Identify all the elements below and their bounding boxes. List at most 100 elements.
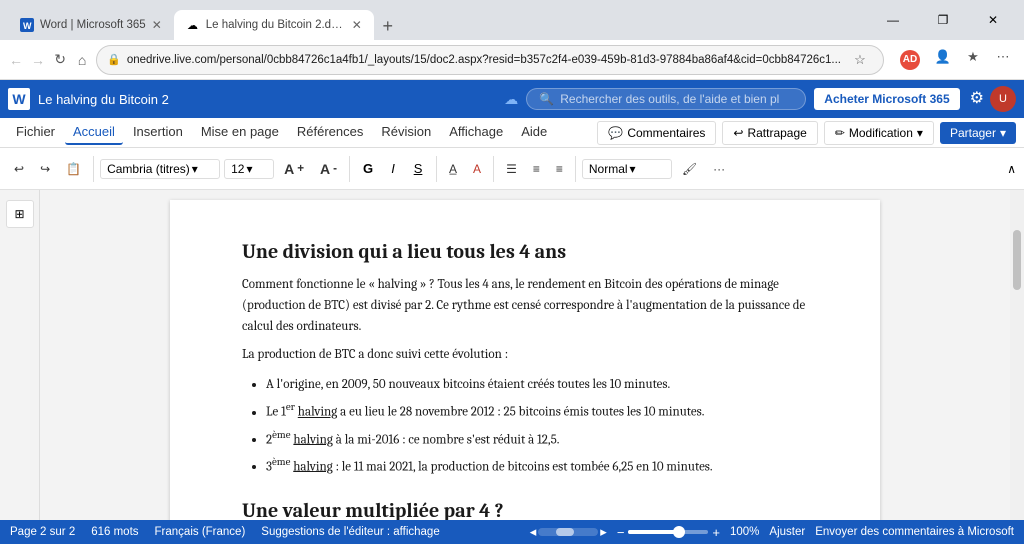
- style-selector[interactable]: Normal ▾: [582, 159, 672, 179]
- settings-icon[interactable]: ⚙: [968, 86, 986, 112]
- bold-button[interactable]: G: [356, 157, 380, 181]
- menu-aide[interactable]: Aide: [513, 120, 555, 145]
- word-search-input[interactable]: [560, 92, 780, 106]
- font-color-button[interactable]: A: [467, 159, 487, 179]
- language: Français (France): [155, 526, 246, 538]
- onedrive-favicon: ☁: [186, 18, 200, 32]
- zoom-plus-button[interactable]: +: [712, 525, 720, 540]
- tab-word-close[interactable]: ✕: [152, 18, 162, 32]
- forward-button[interactable]: →: [30, 46, 46, 74]
- menu-revision[interactable]: Révision: [373, 120, 439, 145]
- send-feedback[interactable]: Envoyer des commentaires à Microsoft: [815, 526, 1014, 538]
- h-scrollbar-thumb[interactable]: [556, 528, 574, 536]
- menu-mise-en-page[interactable]: Mise en page: [193, 120, 287, 145]
- bookmark-icon[interactable]: ☆: [847, 47, 873, 73]
- numbered-list-button[interactable]: ≡: [527, 159, 546, 179]
- zoom-thumb[interactable]: [673, 526, 685, 538]
- zoom-slider-track[interactable]: [628, 530, 708, 534]
- home-button[interactable]: ⌂: [74, 46, 90, 74]
- browser-nav-bar: ← → ↻ ⌂ 🔒 onedrive.live.com/personal/0cb…: [0, 40, 1024, 80]
- partager-button[interactable]: Partager ▾: [940, 122, 1016, 144]
- zoom-ajuster[interactable]: Ajuster: [769, 526, 805, 538]
- tab-word[interactable]: W Word | Microsoft 365 ✕: [8, 10, 174, 40]
- status-bar: Page 2 sur 2 616 mots Français (France) …: [0, 520, 1024, 544]
- decrease-font-button[interactable]: A-: [314, 158, 343, 180]
- ribbon-bar: Fichier Accueil Insertion Mise en page R…: [0, 118, 1024, 148]
- list-item: A l'origine, en 2009, 50 nouveaux bitcoi…: [266, 374, 808, 396]
- favorites-icon[interactable]: ★: [960, 44, 986, 70]
- zoom-percent: 100%: [730, 526, 759, 538]
- menu-references[interactable]: Références: [289, 120, 371, 145]
- tab-onedrive-close[interactable]: ✕: [352, 18, 362, 32]
- list-button[interactable]: ☰: [500, 159, 523, 179]
- buy-microsoft-button[interactable]: Acheter Microsoft 365: [814, 88, 959, 110]
- status-right: ◂ ▸ − + 100% Ajuster Envoyer des comment…: [530, 524, 1014, 540]
- style-dropdown-icon: ▾: [630, 162, 636, 176]
- comments-button[interactable]: 💬 Commentaires: [597, 121, 716, 145]
- zoom-minus-button[interactable]: −: [617, 525, 625, 540]
- font-family-selector[interactable]: Cambria (titres) ▾: [100, 159, 220, 179]
- edit-icon: ✏: [835, 126, 845, 140]
- collapse-ribbon-icon[interactable]: ∧: [1007, 162, 1016, 176]
- search-icon: 🔍: [539, 92, 554, 106]
- user-avatar[interactable]: U: [990, 86, 1016, 112]
- doc-title: Le halving du Bitcoin 2: [38, 92, 496, 107]
- zoom-fill: [628, 530, 676, 534]
- separator-3: [436, 156, 437, 182]
- scroll-right-icon[interactable]: ▸: [600, 524, 607, 540]
- separator-5: [575, 156, 576, 182]
- tab-onedrive[interactable]: ☁ Le halving du Bitcoin 2.docx ✕: [174, 10, 374, 40]
- back-button[interactable]: ←: [8, 46, 24, 74]
- vertical-scrollbar[interactable]: [1010, 190, 1024, 520]
- heading-1: Une division qui a lieu tous les 4 ans: [242, 240, 808, 263]
- word-header: W Le halving du Bitcoin 2 ☁ 🔍 Acheter Mi…: [0, 80, 1024, 118]
- menu-accueil[interactable]: Accueil: [65, 120, 123, 145]
- font-size-selector[interactable]: 12 ▾: [224, 159, 274, 179]
- increase-font-button[interactable]: A+: [278, 158, 310, 180]
- sidebar-nav-icon[interactable]: ⊞: [6, 200, 34, 228]
- paint-format-button[interactable]: 🖌: [676, 159, 703, 179]
- close-button[interactable]: ✕: [970, 4, 1016, 36]
- cloud-save-icon[interactable]: ☁: [504, 91, 518, 108]
- minimize-button[interactable]: —: [870, 4, 916, 36]
- rattrapage-button[interactable]: ↩ Rattrapage: [722, 121, 817, 145]
- address-bar[interactable]: 🔒 onedrive.live.com/personal/0cbb84726c1…: [96, 45, 884, 75]
- highlight-button[interactable]: A̲: [443, 159, 463, 179]
- menu-insertion[interactable]: Insertion: [125, 120, 191, 145]
- more-icon[interactable]: ⋯: [990, 44, 1016, 70]
- redo-button[interactable]: ↪: [34, 159, 56, 179]
- scrollbar-thumb[interactable]: [1013, 230, 1021, 290]
- browser-chrome: W Word | Microsoft 365 ✕ ☁ Le halving du…: [0, 0, 1024, 40]
- underline-button[interactable]: S: [406, 157, 430, 181]
- editor-suggestions[interactable]: Suggestions de l'éditeur : affichage: [261, 526, 439, 538]
- word-search-bar[interactable]: 🔍: [526, 88, 806, 110]
- svg-text:☁: ☁: [187, 20, 198, 32]
- more-button[interactable]: ···: [707, 159, 731, 179]
- list-1: A l'origine, en 2009, 50 nouveaux bitcoi…: [242, 374, 808, 478]
- secure-icon: 🔒: [107, 53, 121, 66]
- profile-icon[interactable]: 👤: [930, 44, 956, 70]
- list-item: 3ème halving : le 11 mai 2021, la produc…: [266, 453, 808, 478]
- italic-button[interactable]: I: [381, 157, 405, 181]
- separator-1: [93, 156, 94, 182]
- align-button[interactable]: ≡: [550, 159, 569, 179]
- menu-affichage[interactable]: Affichage: [441, 120, 511, 145]
- menu-bar: Fichier Accueil Insertion Mise en page R…: [0, 118, 1024, 147]
- clipboard-button[interactable]: 📋: [60, 159, 87, 179]
- maximize-button[interactable]: ❐: [920, 4, 966, 36]
- list-item: Le 1er halving a eu lieu le 28 novembre …: [266, 398, 808, 423]
- list-item: 2ème halving à la mi-2016 : ce nombre s'…: [266, 426, 808, 451]
- zoom-control: − +: [617, 525, 720, 540]
- menu-fichier[interactable]: Fichier: [8, 120, 63, 145]
- tab-bar: W Word | Microsoft 365 ✕ ☁ Le halving du…: [8, 0, 862, 40]
- modification-button[interactable]: ✏ Modification ▾: [824, 121, 934, 145]
- separator-2: [349, 156, 350, 182]
- paragraph-1: Comment fonctionne le « halving » ? Tous…: [242, 275, 808, 337]
- undo-button[interactable]: ↩: [8, 159, 30, 179]
- document-scroll[interactable]: Une division qui a lieu tous les 4 ans C…: [40, 190, 1010, 520]
- scroll-left-icon[interactable]: ◂: [530, 524, 537, 540]
- new-tab-button[interactable]: +: [374, 12, 402, 40]
- address-text: onedrive.live.com/personal/0cbb84726c1a4…: [127, 54, 841, 66]
- reload-button[interactable]: ↻: [52, 46, 68, 74]
- extensions-icon[interactable]: AD: [894, 44, 926, 76]
